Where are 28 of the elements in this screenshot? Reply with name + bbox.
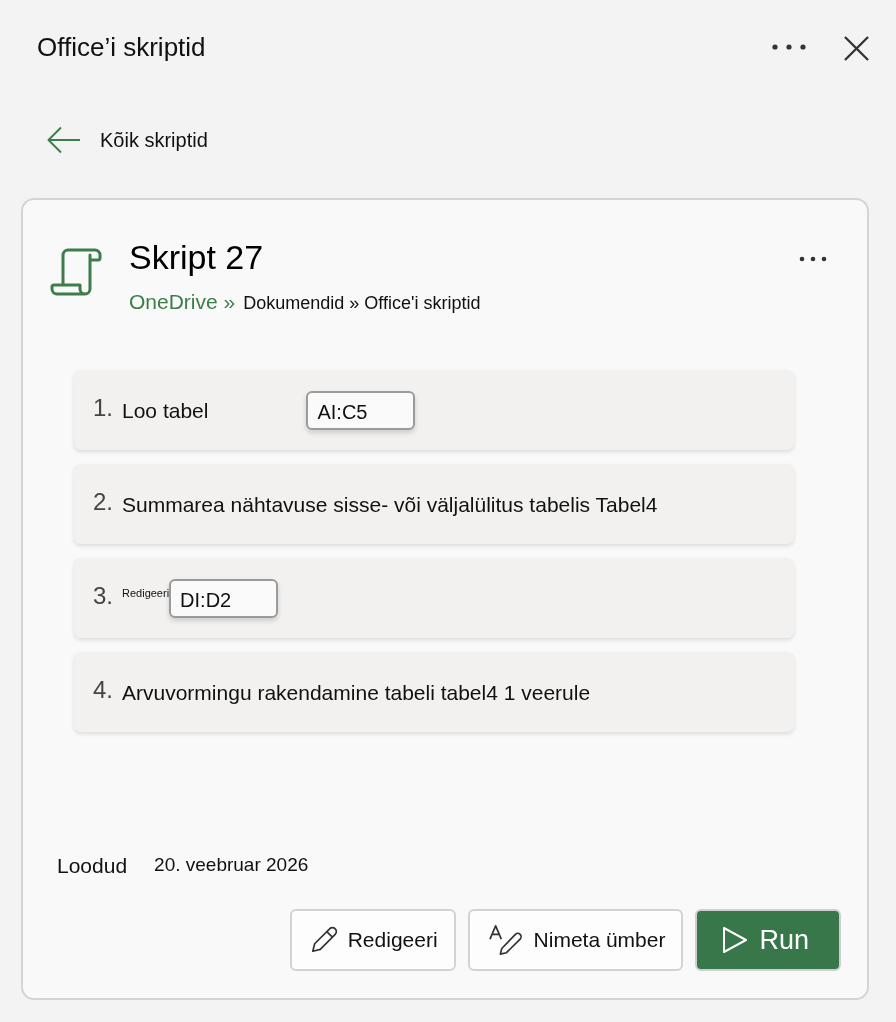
created-label: Loodud (57, 854, 128, 878)
breadcrumb-path: Dokumendid » Office'i skriptid (243, 292, 481, 315)
back-arrow-icon (47, 126, 81, 154)
step-number: 3. (93, 582, 113, 610)
step-text: Loo tabel (122, 399, 209, 423)
pane-title: Office’i skriptid (37, 31, 206, 63)
more-options-icon[interactable] (799, 256, 827, 262)
step-text: Summarea nähtavuse sisse- või väljalülitus tabelis Tabel4 (122, 493, 658, 517)
pencil-icon (309, 925, 338, 955)
rename-icon (487, 924, 524, 956)
more-options-icon[interactable] (772, 44, 806, 50)
breadcrumb-link[interactable]: OneDrive » (129, 290, 236, 314)
step-number: 1. (93, 394, 113, 422)
run-button[interactable]: Run (695, 909, 841, 971)
script-scroll-icon (49, 247, 103, 297)
rename-button[interactable]: Nimeta ümber (467, 909, 684, 971)
close-icon[interactable] (844, 35, 869, 61)
step-number: 4. (93, 676, 113, 704)
range-input[interactable]: DI:D2 (169, 578, 279, 618)
range-input[interactable]: AI:C5 (306, 390, 416, 430)
step-caption: Redigeeri (122, 587, 170, 599)
created-date: 20. veebruar 2026 (154, 852, 309, 877)
step-text: Arvuvormingu rakendamine tabeli tabel4 1 veerule (122, 681, 591, 705)
script-title: Skript 27 (129, 238, 265, 276)
play-icon (721, 925, 750, 955)
edit-button[interactable]: Redigeeri (289, 909, 456, 971)
step-number: 2. (93, 488, 113, 516)
all-scripts-link[interactable]: Kõik skriptid (47, 125, 208, 155)
